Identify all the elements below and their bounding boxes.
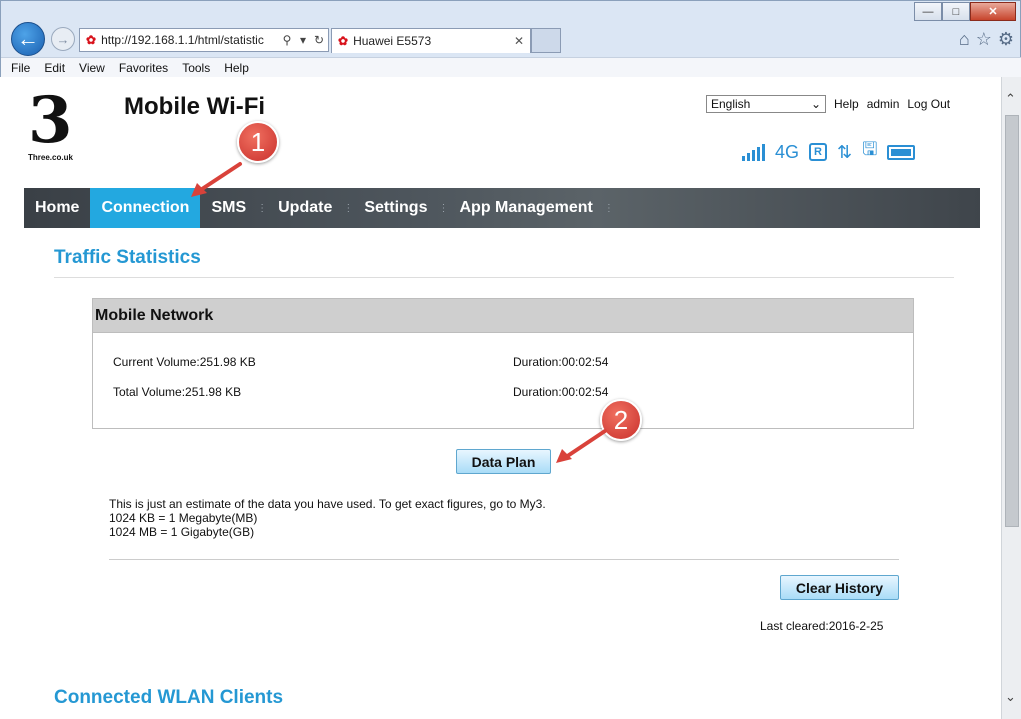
language-value: English (711, 97, 751, 111)
menu-favorites[interactable]: Favorites (119, 61, 168, 75)
total-volume: Total Volume:251.98 KB (113, 385, 242, 399)
mobile-network-panel: Mobile Network Current Volume:251.98 KB … (92, 298, 914, 429)
nav-sms-label: SMS (211, 199, 247, 216)
current-volume: Current Volume:251.98 KB (113, 355, 256, 369)
dropdown-icon[interactable]: ▾ (296, 33, 310, 47)
status-icons: 4G R ⇅ 🖫 (742, 137, 916, 167)
browser-tool-icons: ⌂ ☆ ⚙ (959, 29, 1014, 50)
nav-home[interactable]: Home (24, 188, 90, 228)
nav-separator: ⋮ (603, 202, 614, 214)
language-select[interactable]: English ⌄ (706, 95, 826, 113)
refresh-icon[interactable]: ↻ (312, 33, 326, 47)
mobile-network-header: Mobile Network (93, 299, 913, 333)
window-controls: — □ ✕ (914, 2, 1016, 21)
browser-chrome: — □ ✕ ← → ✿ http://192.168.1.1/html/stat… (0, 0, 1021, 77)
menu-help[interactable]: Help (224, 61, 249, 75)
close-window-button[interactable]: ✕ (970, 2, 1016, 21)
nav-update[interactable]: Update (267, 188, 343, 228)
minimize-button[interactable]: — (914, 2, 942, 21)
data-plan-button[interactable]: Data Plan (456, 449, 551, 474)
main-nav: Home Connection SMS ⋮ Update ⋮ Settings … (24, 188, 980, 228)
scroll-up-icon[interactable]: ⌃ (1005, 91, 1016, 107)
chevron-down-icon: ⌄ (810, 97, 821, 111)
network-type: 4G (775, 141, 800, 162)
vertical-scrollbar[interactable]: ⌃ ⌄ (1001, 77, 1021, 719)
nav-separator: ⋮ (257, 202, 268, 214)
back-button[interactable]: ← (11, 22, 45, 56)
gear-icon[interactable]: ⚙ (998, 29, 1014, 50)
current-duration: Duration:00:02:54 (513, 355, 609, 369)
divider (109, 559, 899, 560)
logout-link[interactable]: Log Out (907, 97, 950, 111)
divider (54, 277, 954, 278)
huawei-favicon-icon: ✿ (338, 34, 349, 48)
nav-separator: ⋮ (343, 202, 354, 214)
estimate-line: 1024 MB = 1 Gigabyte(GB) (109, 525, 255, 539)
estimate-note: This is just an estimate of the data you… (109, 497, 546, 539)
estimate-line: 1024 KB = 1 Megabyte(MB) (109, 511, 258, 525)
nav-separator: ⋮ (438, 202, 449, 214)
annotation-marker-1: 1 (237, 121, 279, 163)
search-icon[interactable]: ⚲ (280, 33, 294, 47)
user-label: admin (866, 97, 900, 111)
signal-strength-icon (742, 143, 765, 161)
menu-tools[interactable]: Tools (182, 61, 210, 75)
scrollbar-thumb[interactable] (1005, 115, 1019, 527)
traffic-statistics-title: Traffic Statistics (54, 247, 201, 268)
last-cleared-text: Last cleared:2016-2-25 (760, 619, 884, 633)
connected-wlan-clients-title: Connected WLAN Clients (54, 687, 284, 708)
maximize-button[interactable]: □ (942, 2, 970, 21)
nav-connection[interactable]: Connection (90, 188, 201, 228)
header-links: English ⌄ Help admin Log Out (706, 95, 950, 113)
new-tab-button[interactable] (531, 28, 561, 53)
forward-button[interactable]: → (51, 27, 75, 51)
estimate-line: This is just an estimate of the data you… (109, 497, 546, 511)
annotation-arrow-2 (556, 429, 607, 463)
nav-connection-label: Connection (101, 199, 190, 216)
three-logo[interactable]: 3 Three.co.uk (28, 83, 88, 163)
scroll-down-icon[interactable]: ⌄ (1005, 689, 1016, 705)
menu-edit[interactable]: Edit (44, 61, 65, 75)
clear-history-button[interactable]: Clear History (780, 575, 899, 600)
nav-home-label: Home (35, 199, 80, 216)
browser-tab[interactable]: ✿ Huawei E5573 ✕ (331, 28, 531, 53)
annotation-arrow-1 (191, 162, 242, 197)
nav-settings[interactable]: Settings (353, 188, 438, 228)
web-page: 3 Three.co.uk Mobile Wi-Fi English ⌄ Hel… (0, 77, 1000, 719)
nav-app-management[interactable]: App Management (448, 188, 603, 228)
logo-subtitle: Three.co.uk (28, 153, 73, 162)
connected-devices-icon: 🖫 (862, 139, 878, 159)
huawei-favicon-icon: ✿ (86, 33, 97, 47)
app-title: Mobile Wi-Fi (124, 93, 266, 120)
nav-settings-label: Settings (364, 199, 428, 216)
three-logo-mark: 3 (28, 83, 73, 158)
roaming-icon: R (809, 143, 828, 161)
battery-icon (887, 144, 916, 160)
back-arrow-icon: ← (17, 26, 39, 51)
favorites-star-icon[interactable]: ☆ (976, 29, 992, 50)
home-icon[interactable]: ⌂ (959, 29, 970, 50)
nav-app-management-label: App Management (459, 199, 593, 216)
menu-file[interactable]: File (11, 61, 30, 75)
menu-view[interactable]: View (79, 61, 105, 75)
total-duration: Duration:00:02:54 (513, 385, 609, 399)
address-bar[interactable]: ✿ http://192.168.1.1/html/statistic ⚲ ▾ … (79, 28, 329, 52)
tab-title: Huawei E5573 (353, 34, 432, 48)
help-link[interactable]: Help (834, 97, 859, 111)
menu-bar: File Edit View Favorites Tools Help (1, 57, 1021, 77)
forward-arrow-icon: → (56, 31, 70, 47)
nav-update-label: Update (278, 199, 333, 216)
address-url[interactable]: http://192.168.1.1/html/statistic (101, 33, 280, 47)
tab-close-icon[interactable]: ✕ (514, 34, 530, 48)
data-transfer-icon: ⇅ (837, 141, 853, 162)
